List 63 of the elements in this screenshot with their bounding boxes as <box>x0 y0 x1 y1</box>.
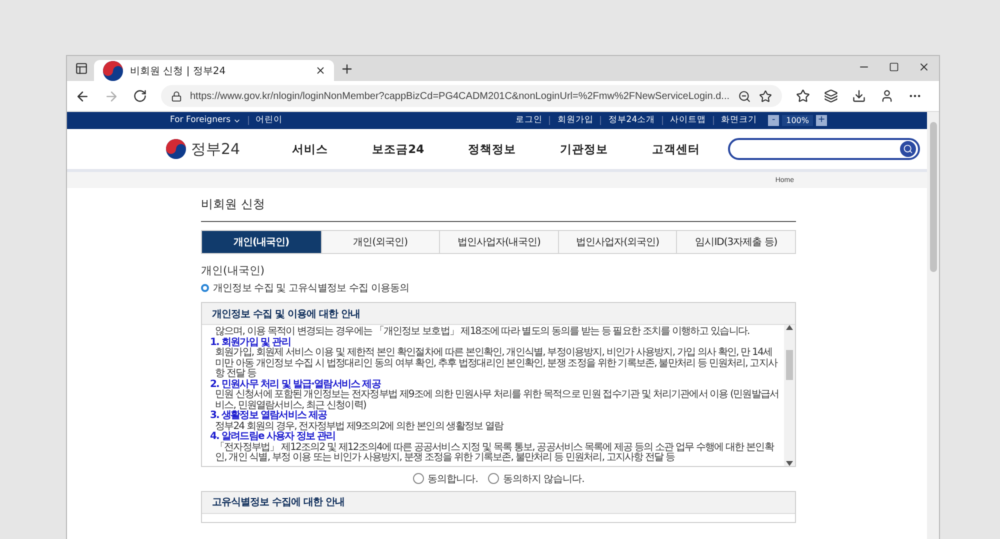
terms-text: 회원가입, 회원제 서비스 이용 및 제한적 본인 확인절차에 따른 본인확인, 개인식별, 부정이용방지, 비인가 사용방지, 가입 의사 확인, 만 14세 미만 아동 개인정보 수집 시 법정대리인 동의 여부 확인, 추후 법정대리인 본인확인, 분쟁 조정을 위한 기록보존, 불만처리 등 민원처리, 고지사항 전달 등 <box>214 348 779 379</box>
page-title: 비회원 신청 <box>201 196 796 222</box>
tab[interactable]: 개인(내국인) <box>202 231 321 253</box>
terms-heading: 1. 회원가입 및 관리 <box>210 338 292 348</box>
favorite-icon[interactable] <box>758 90 772 102</box>
tab[interactable]: 법인사업자(외국인) <box>558 231 676 253</box>
zoom-out-button[interactable]: - <box>768 115 780 126</box>
bullet-icon <box>201 284 209 292</box>
back-icon[interactable] <box>75 88 90 104</box>
profile-icon[interactable] <box>880 89 894 103</box>
nav-item[interactable]: 고객센터 <box>652 142 700 156</box>
section-subtitle: 개인정보 수집 및 고유식별정보 수집 이용동의 <box>213 282 410 295</box>
close-icon[interactable] <box>315 65 326 76</box>
terms-heading: 4. 알려드림e 사용자 정보 관리 <box>210 432 336 442</box>
top-link[interactable]: 로그인 <box>508 116 550 125</box>
scroll-thumb[interactable] <box>786 350 793 380</box>
consent-radio[interactable]: 동의하지 않습니다. <box>488 472 584 486</box>
top-link[interactable]: 화면크기 <box>713 116 764 125</box>
search-field[interactable] <box>728 138 920 160</box>
terms-text: 정부24 회원의 경우, 전자정부법 제9조의2에 의한 본인의 생활정보 열람 <box>214 422 505 432</box>
tab[interactable]: 임시ID(3자제출 등) <box>676 231 795 253</box>
section-title: 개인(내국인) <box>201 263 266 278</box>
collections-icon[interactable] <box>824 89 838 103</box>
lock-icon <box>171 90 182 102</box>
favorites-icon[interactable] <box>796 89 810 103</box>
nav-item[interactable]: 보조금24 <box>372 142 424 156</box>
tab-title: 비회원 신청 | 정부24 <box>130 64 227 78</box>
logo-icon <box>102 60 124 82</box>
search-icon[interactable] <box>900 141 916 157</box>
scroll-down-icon[interactable] <box>786 460 793 466</box>
consent-radio[interactable]: 동의합니다. <box>412 472 478 486</box>
logo-text: 정부24 <box>191 140 240 158</box>
tab[interactable]: 개인(외국인) <box>320 231 440 253</box>
new-tab-icon[interactable] <box>340 62 354 76</box>
browser-tab[interactable]: 비회원 신청 | 정부24 <box>94 60 334 81</box>
terms-text: 민원 신청서에 포함된 개인정보는 전자정부법 제9조에 의한 민원사무 처리를 위한 목적으로 민원 접수기관 및 처리기관에서 이용 (민원발급서비스, 민원열람서비스, 최근 신청이력) <box>214 390 780 410</box>
nav-item[interactable]: 기관정보 <box>560 142 608 156</box>
site-logo[interactable]: 정부24 <box>165 138 240 160</box>
top-link[interactable]: 회원가입 <box>549 116 600 125</box>
top-link[interactable]: 어린이 <box>248 116 290 125</box>
terms-text: 않으며, 이용 목적이 변경되는 경우에는 「개인정보 보호법」 제18조에 따라 별도의 동의를 받는 등 필요한 조치를 이행하고 있습니다. <box>214 327 750 337</box>
zoom-value: 100% <box>782 115 813 126</box>
scrollbar[interactable] <box>784 325 795 466</box>
logo-icon <box>165 138 187 160</box>
download-icon[interactable] <box>852 89 866 103</box>
top-link[interactable]: 사이트맵 <box>662 116 714 125</box>
tab[interactable]: 법인사업자(내국인) <box>439 231 558 253</box>
refresh-icon[interactable] <box>133 89 147 103</box>
panel-title: 고유식별정보 수집에 대한 안내 <box>212 496 344 509</box>
zoom-in-button[interactable]: + <box>816 115 827 126</box>
address-field[interactable]: https://www.gov.kr/nlogin/loginNonMember?cappBizCd=PG4CADM201C&nonLoginUrl=%2Fmw%2FNewServiceLogin.d... <box>161 85 782 107</box>
tab-actions-icon[interactable] <box>75 62 88 75</box>
scroll-thumb[interactable] <box>930 122 936 272</box>
terms-text: 「전자정부법」 제12조의2 및 제12조의4에 따른 공공서비스 지정 및 목록 통보, 공공서비스 목록에 제공 등의 소관 업무 수행에 대한 본인확인, 개인 식별, 부정 이용 또는 비인가 사용방지, 분쟁 조정을 위한 기록보존, 불만처리 등 민원처리, 고지사항 전달 등 <box>214 442 775 464</box>
zoom-out-icon[interactable] <box>738 90 751 102</box>
top-link[interactable]: For Foreigners <box>163 116 248 125</box>
panel-title: 개인정보 수집 및 이용에 대한 안내 <box>212 308 360 320</box>
nav-item[interactable]: 서비스 <box>292 142 328 156</box>
terms-heading: 3. 생활정보 열람서비스 제공 <box>210 411 328 422</box>
nav-item[interactable]: 정책정보 <box>468 142 516 156</box>
page-scrollbar[interactable] <box>927 112 939 539</box>
top-link[interactable]: 정부24소개 <box>600 116 662 125</box>
terms-heading: 2. 민원사무 처리 및 발급·열람서비스 제공 <box>210 380 381 390</box>
